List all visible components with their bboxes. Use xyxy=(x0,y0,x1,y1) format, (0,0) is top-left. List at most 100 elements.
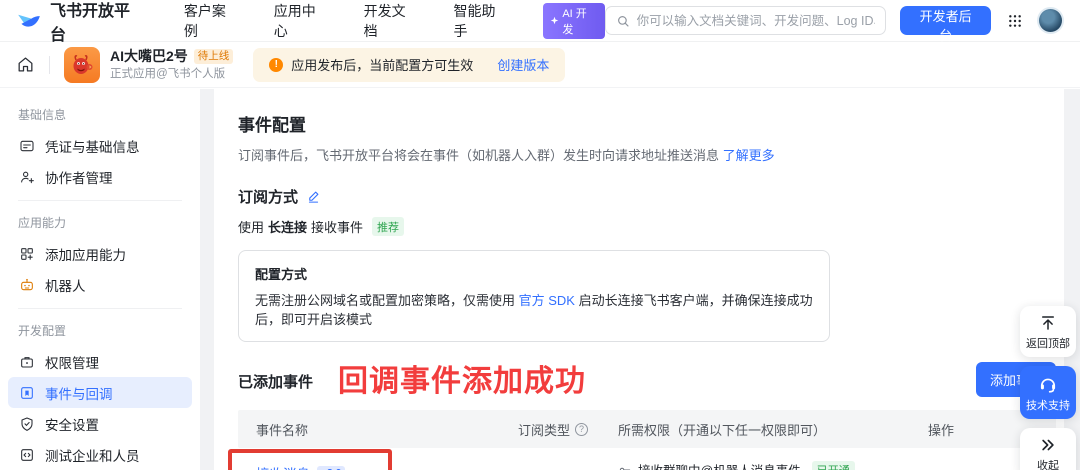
sidebar-item-bot[interactable]: 机器人 xyxy=(8,269,192,300)
official-sdk-link[interactable]: 官方 SDK xyxy=(519,293,575,308)
support-button[interactable]: 技术支持 xyxy=(1020,366,1076,419)
sidebar-item-label: 事件与回调 xyxy=(45,383,113,403)
subscription-mode-line: 使用 长连接 接收事件 推荐 xyxy=(238,217,1056,236)
added-events-title: 已添加事件 xyxy=(238,371,313,392)
collapse-button[interactable]: 收起 xyxy=(1020,428,1076,470)
red-annotation-text: 回调事件添加成功 xyxy=(338,356,586,400)
app-subheader: AI大嘴巴2号 待上线 正式应用@飞书个人版 ! 应用发布后，当前配置方可生效 … xyxy=(0,42,1080,88)
scrollbar-gutter[interactable] xyxy=(200,89,214,470)
search-input[interactable] xyxy=(637,14,876,28)
sidebar-item-collaborators[interactable]: 协作者管理 xyxy=(8,161,192,192)
app-avatar[interactable] xyxy=(64,47,100,83)
search-box[interactable] xyxy=(605,6,887,35)
enabled-badge: 已开通 xyxy=(812,461,855,470)
nav-link-cases[interactable]: 客户案例 xyxy=(184,1,240,41)
app-subtitle: 正式应用@飞书个人版 xyxy=(110,67,233,81)
learn-more-link[interactable]: 了解更多 xyxy=(723,148,775,163)
sidebar-item-credentials[interactable]: 凭证与基础信息 xyxy=(8,130,192,161)
home-icon[interactable] xyxy=(16,55,35,74)
sidebar-item-label: 凭证与基础信息 xyxy=(45,136,140,156)
search-icon xyxy=(616,14,630,28)
shield-check-icon xyxy=(18,416,35,432)
event-callback-icon xyxy=(18,385,35,401)
briefcase-icon xyxy=(18,354,35,370)
page-title: 事件配置 xyxy=(238,111,1056,136)
sidebar-item-permissions[interactable]: 权限管理 xyxy=(8,346,192,377)
id-card-icon xyxy=(18,138,35,154)
warning-icon: ! xyxy=(269,58,283,72)
squares-plus-icon xyxy=(18,246,35,262)
subscription-mode-title: 订阅方式 xyxy=(238,186,298,207)
nav-link-app-center[interactable]: 应用中心 xyxy=(274,1,330,41)
col-event-name: 事件名称 xyxy=(256,420,518,439)
divider xyxy=(18,308,182,309)
nav-links: 客户案例 应用中心 开发文档 智能助手 AI 开发 xyxy=(184,1,605,41)
nav-link-docs[interactable]: 开发文档 xyxy=(364,1,420,41)
double-chevron-right-icon xyxy=(1039,436,1057,454)
user-avatar[interactable] xyxy=(1037,7,1064,34)
cell-permissions: 接收群聊中@机器人消息事件 已开通 读取用户发给机器人的单聊消息 已开通 获取群… xyxy=(618,459,928,470)
cell-subscribe-type: 应用身份 xyxy=(518,459,618,470)
config-method-box: 配置方式 无需注册公网域名或配置加密策略，仅需使用 官方 SDK 启动长连接飞书… xyxy=(238,250,830,342)
recommended-badge: 推荐 xyxy=(372,217,404,236)
permission-name[interactable]: 接收群聊中@机器人消息事件 xyxy=(638,460,801,470)
sidebar-item-label: 安全设置 xyxy=(45,414,99,434)
brand-name: 飞书开放平台 xyxy=(50,0,146,45)
main-content: 事件配置 订阅事件后，飞书开放平台将会在事件（如机器人入群）发生时向请求地址推送… xyxy=(214,89,1080,470)
col-subscribe-type: 订阅类型 ? xyxy=(518,420,618,439)
app-meta: AI大嘴巴2号 待上线 正式应用@飞书个人版 xyxy=(110,48,233,82)
mode-value: 长连接 xyxy=(268,217,307,236)
question-icon[interactable]: ? xyxy=(575,423,588,436)
page-description: 订阅事件后，飞书开放平台将会在事件（如机器人入群）发生时向请求地址推送消息 了解… xyxy=(238,145,1056,164)
apps-grid-icon[interactable] xyxy=(1007,13,1023,29)
col-permissions: 所需权限（开通以下任一权限即可） xyxy=(618,420,928,439)
edit-pencil-icon[interactable] xyxy=(306,189,321,204)
developer-console-button[interactable]: 开发者后台 xyxy=(900,6,991,35)
navbar-right: 开发者后台 xyxy=(605,6,1064,35)
config-method-title: 配置方式 xyxy=(255,264,813,283)
event-name-link[interactable]: 接收消息 xyxy=(256,463,310,470)
sidebar-item-label: 添加应用能力 xyxy=(45,244,126,264)
config-method-text: 无需注册公网域名或配置加密策略，仅需使用 官方 SDK 启动长连接飞书客户端，并… xyxy=(255,290,813,328)
headset-icon xyxy=(1038,374,1058,394)
feishu-open-platform-console: 飞书开放平台 客户案例 应用中心 开发文档 智能助手 AI 开发 开发者后台 xyxy=(0,0,1080,470)
app-name: AI大嘴巴2号 xyxy=(110,48,188,66)
nav-link-assistant[interactable]: 智能助手 xyxy=(453,1,509,41)
feishu-logo-icon xyxy=(16,8,42,34)
sidebar-section-capability: 应用能力 xyxy=(8,209,192,238)
sidebar-item-label: 机器人 xyxy=(45,275,86,295)
permission-row: 接收群聊中@机器人消息事件 已开通 xyxy=(618,460,928,470)
person-plus-icon xyxy=(18,169,35,185)
sidebar-section-dev-config: 开发配置 xyxy=(8,317,192,346)
sidebar-item-events-callbacks[interactable]: 事件与回调 xyxy=(8,377,192,408)
sparkle-icon xyxy=(550,16,559,25)
cell-event-name: 接收消息 v2.0 im.message.receive_v1 xyxy=(256,459,518,470)
brand[interactable]: 飞书开放平台 xyxy=(16,0,146,45)
back-to-top-button[interactable]: 返回顶部 xyxy=(1020,306,1076,357)
version-badge: v2.0 xyxy=(317,466,345,470)
floating-toolbar: 返回顶部 技术支持 收起 xyxy=(1020,306,1076,470)
robot-icon xyxy=(18,277,35,293)
app-status-badge: 待上线 xyxy=(194,49,234,64)
ai-dev-badge[interactable]: AI 开发 xyxy=(543,3,604,39)
publish-notice: ! 应用发布后，当前配置方可生效 创建版本 xyxy=(253,48,565,82)
added-events-header: 已添加事件 回调事件添加成功 添加事件 xyxy=(238,368,1056,394)
sidebar-item-label: 测试企业和人员 xyxy=(45,445,140,465)
top-navbar: 飞书开放平台 客户案例 应用中心 开发文档 智能助手 AI 开发 开发者后台 xyxy=(0,0,1080,42)
sidebar: 基础信息 凭证与基础信息 协作者管理 应用能力 添加应用能力 机器人 开发配置 xyxy=(0,89,200,470)
create-version-link[interactable]: 创建版本 xyxy=(497,55,549,74)
events-table: 事件名称 订阅类型 ? 所需权限（开通以下任一权限即可） 操作 接收消息 v2.… xyxy=(238,410,1056,470)
divider xyxy=(18,200,182,201)
sidebar-item-add-capability[interactable]: 添加应用能力 xyxy=(8,238,192,269)
sidebar-item-security[interactable]: 安全设置 xyxy=(8,408,192,439)
events-table-header: 事件名称 订阅类型 ? 所需权限（开通以下任一权限即可） 操作 xyxy=(238,410,1056,448)
sidebar-section-basic: 基础信息 xyxy=(8,101,192,130)
divider xyxy=(49,56,50,74)
sidebar-item-label: 协作者管理 xyxy=(45,167,113,187)
notice-text: 应用发布后，当前配置方可生效 xyxy=(291,55,473,74)
key-icon xyxy=(618,463,632,470)
back-to-top-icon xyxy=(1039,314,1057,332)
event-table-row: 接收消息 v2.0 im.message.receive_v1 应用身份 xyxy=(238,448,1056,470)
sidebar-item-test-company[interactable]: 测试企业和人员 xyxy=(8,439,192,470)
sidebar-item-label: 权限管理 xyxy=(45,352,99,372)
